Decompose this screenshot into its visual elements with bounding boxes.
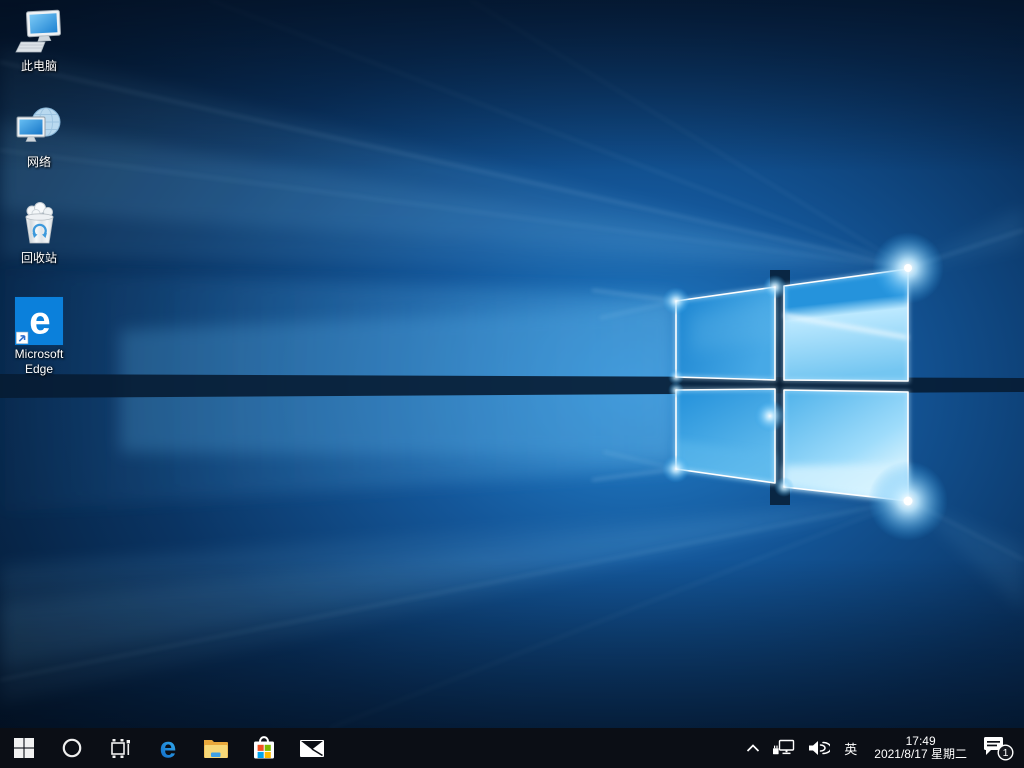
- desktop-icon-label: 此电脑: [20, 59, 57, 73]
- folder-icon: [204, 740, 228, 758]
- edge-taskbar-button[interactable]: e: [144, 728, 192, 768]
- show-hidden-icons-button[interactable]: [740, 728, 766, 768]
- input-language-indicator[interactable]: 英: [836, 728, 865, 768]
- desktop-icon-microsoft-edge[interactable]: e Microsoft Edge: [1, 296, 77, 377]
- task-view-icon: [111, 739, 130, 758]
- svg-text:e: e: [160, 734, 177, 762]
- tray-date: 2021/8/17 星期二: [874, 747, 967, 761]
- desktop-icon-this-pc[interactable]: 此电脑: [1, 8, 77, 74]
- desktop-icon-recycle-bin[interactable]: 回收站: [1, 200, 77, 266]
- taskbar: e 英 17:49 2021/8/17 星期二 1: [0, 728, 1024, 768]
- microsoft-store-button[interactable]: [240, 728, 288, 768]
- store-bag-icon: [254, 736, 274, 759]
- chevron-up-icon: [747, 744, 760, 752]
- start-button[interactable]: [0, 728, 48, 768]
- desktop-icon-network[interactable]: 网络: [1, 104, 77, 170]
- notification-count: 1: [1003, 747, 1009, 759]
- cortana-circle-icon: [62, 738, 82, 758]
- task-view-button[interactable]: [96, 728, 144, 768]
- desktop-icon-label: 网络: [26, 155, 51, 169]
- cortana-search-button[interactable]: [48, 728, 96, 768]
- mail-button[interactable]: [288, 728, 336, 768]
- windows-hero-wallpaper: [0, 0, 1024, 768]
- network-tray-button[interactable]: [766, 728, 802, 768]
- this-pc-icon: [14, 8, 64, 58]
- action-center-button[interactable]: 1: [976, 728, 1024, 768]
- action-center-icon: 1: [984, 737, 1014, 761]
- edge-shortcut-icon: e: [14, 296, 64, 346]
- system-tray: 英 17:49 2021/8/17 星期二 1: [740, 728, 1024, 768]
- desktop[interactable]: 此电脑 网络 回收站 e Microsoft Edge e 英 17:49 20…: [0, 0, 1024, 768]
- desktop-icon-label: Microsoft Edge: [14, 347, 64, 376]
- mail-envelope-icon: [300, 740, 324, 757]
- windows-logo-icon: [14, 738, 34, 758]
- network-icon: [14, 104, 64, 154]
- edge-icon: e: [160, 734, 177, 762]
- taskbar-buttons: e: [0, 728, 336, 768]
- ethernet-network-icon: [773, 739, 795, 755]
- volume-tray-button[interactable]: [802, 728, 836, 768]
- taskbar-clock[interactable]: 17:49 2021/8/17 星期二: [865, 735, 976, 761]
- desktop-icon-label: 回收站: [20, 251, 57, 265]
- svg-text:e: e: [29, 300, 50, 343]
- file-explorer-button[interactable]: [192, 728, 240, 768]
- speaker-volume-icon: [809, 741, 831, 755]
- recycle-bin-icon: [14, 200, 64, 250]
